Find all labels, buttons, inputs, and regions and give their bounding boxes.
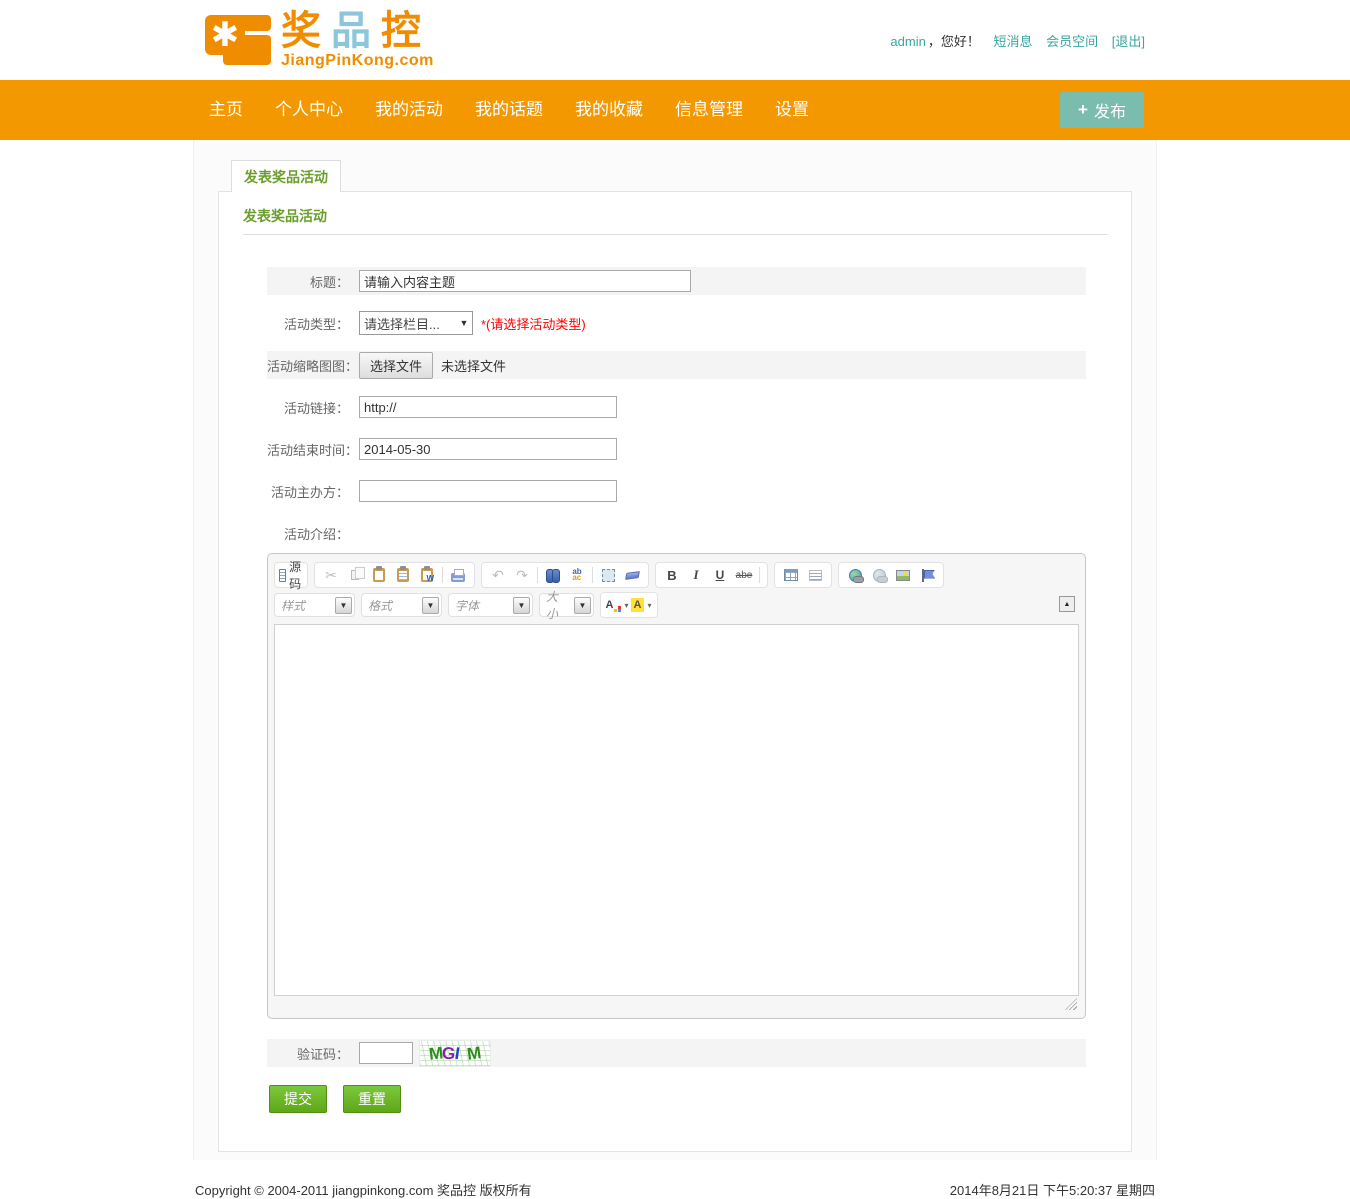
- nav-info-management[interactable]: 信息管理: [659, 80, 759, 140]
- redo-icon[interactable]: ↷: [510, 565, 534, 585]
- messages-link[interactable]: 短消息: [993, 34, 1032, 49]
- text-color-button[interactable]: A▾: [605, 595, 629, 615]
- thumbnail-row: 活动缩略图图： 选择文件 未选择文件: [267, 351, 1086, 379]
- page-title: 发表奖品活动: [243, 204, 1107, 234]
- title-row: 标题：: [267, 267, 1086, 295]
- activity-link-input[interactable]: [359, 396, 617, 418]
- chevron-down-icon: ▼: [456, 318, 472, 328]
- paste-word-icon[interactable]: W: [415, 565, 439, 585]
- greeting-text: ，您好！: [928, 34, 980, 49]
- editor-bottom-bar: [274, 996, 1079, 1012]
- editor-toolbar-row-2: 样式 ▼ 格式 ▼ 字体 ▼ 大小 ▼ A▾ A▾: [274, 590, 1079, 620]
- unlink-icon[interactable]: [867, 565, 891, 585]
- thumbnail-label: 活动缩略图图：: [267, 356, 359, 375]
- captcha-input[interactable]: [359, 1042, 413, 1064]
- form-panel: 发表奖品活动 标题： 活动类型： 请选择栏目... ▼ *(请选择活动类型) 活…: [218, 191, 1132, 1152]
- paste-icon[interactable]: [367, 565, 391, 585]
- captcha-label: 验证码：: [267, 1044, 359, 1063]
- tab-publish-activity[interactable]: 发表奖品活动: [231, 160, 341, 192]
- style-dropdown[interactable]: 样式 ▼: [274, 593, 355, 617]
- gift-box-icon: ✱: [205, 13, 271, 67]
- title-input[interactable]: [359, 270, 691, 292]
- publish-button[interactable]: + 发布: [1060, 92, 1144, 128]
- nav-my-favorites[interactable]: 我的收藏: [559, 80, 659, 140]
- nav-my-topics[interactable]: 我的话题: [459, 80, 559, 140]
- organizer-label: 活动主办方：: [267, 482, 359, 501]
- reset-button[interactable]: 重置: [343, 1085, 401, 1113]
- main-nav: 主页 个人中心 我的活动 我的话题 我的收藏 信息管理 设置 + 发布: [0, 80, 1350, 140]
- organizer-row: 活动主办方：: [267, 477, 1086, 505]
- italic-button[interactable]: I: [684, 565, 708, 585]
- chevron-down-icon: ▼: [422, 597, 439, 614]
- source-button[interactable]: 源码: [279, 565, 303, 585]
- underline-button[interactable]: U: [708, 565, 732, 585]
- nav-personal-center[interactable]: 个人中心: [259, 80, 359, 140]
- intro-label: 活动介绍：: [267, 524, 359, 543]
- copyright-text: Copyright © 2004-2011 jiangpinkong.com 奖…: [195, 1180, 532, 1199]
- user-links: admin，您好！ 短消息 会员空间 [退出]: [890, 31, 1157, 50]
- submit-button[interactable]: 提交: [269, 1085, 327, 1113]
- size-dropdown[interactable]: 大小 ▼: [539, 593, 594, 617]
- captcha-row: 验证码： MGIM: [267, 1039, 1086, 1067]
- paste-text-icon[interactable]: [391, 565, 415, 585]
- member-space-link[interactable]: 会员空间: [1046, 34, 1098, 49]
- select-all-icon[interactable]: [596, 565, 620, 585]
- font-dropdown[interactable]: 字体 ▼: [448, 593, 533, 617]
- chevron-down-icon: ▼: [335, 597, 352, 614]
- file-status-text: 未选择文件: [441, 356, 506, 375]
- logout-link[interactable]: [退出]: [1112, 34, 1145, 49]
- heading-divider: [243, 234, 1107, 235]
- activity-type-select[interactable]: 请选择栏目... ▼: [359, 311, 473, 335]
- plus-icon: +: [1078, 100, 1088, 120]
- horizontal-rule-icon[interactable]: [803, 565, 827, 585]
- nav-my-activities[interactable]: 我的活动: [359, 80, 459, 140]
- content-wrapper: 发表奖品活动 发表奖品活动 标题： 活动类型： 请选择栏目... ▼ *(请选择…: [193, 140, 1157, 1160]
- anchor-flag-icon[interactable]: [915, 565, 939, 585]
- source-doc-icon: [279, 569, 286, 582]
- editor-content-area[interactable]: [274, 624, 1079, 996]
- cut-icon[interactable]: ✂: [319, 565, 343, 585]
- strikethrough-button[interactable]: abe: [732, 565, 756, 585]
- resize-handle-icon[interactable]: [1065, 998, 1077, 1010]
- activity-type-row: 活动类型： 请选择栏目... ▼ *(请选择活动类型): [267, 309, 1086, 337]
- logo-title: 奖品控: [281, 11, 434, 51]
- end-time-label: 活动结束时间：: [267, 440, 359, 459]
- bold-button[interactable]: B: [660, 565, 684, 585]
- toolbar-collapse-button[interactable]: ▲: [1059, 596, 1075, 612]
- page-header: ✱ 奖品控 JiangPinKong.com admin，您好！ 短消息 会员空…: [0, 0, 1350, 80]
- organizer-input[interactable]: [359, 480, 617, 502]
- rich-text-editor: 源码 ✂ W ↶ ↷ abac: [267, 553, 1086, 1019]
- chevron-down-icon: ▼: [574, 597, 591, 614]
- link-icon[interactable]: [843, 565, 867, 585]
- intro-label-row: 活动介绍：: [267, 519, 1086, 547]
- site-logo[interactable]: ✱ 奖品控 JiangPinKong.com: [193, 11, 434, 69]
- copy-icon[interactable]: [343, 565, 367, 585]
- activity-type-label: 活动类型：: [267, 314, 359, 333]
- title-label: 标题：: [267, 272, 359, 291]
- logo-domain: JiangPinKong.com: [281, 53, 434, 69]
- end-time-input[interactable]: [359, 438, 617, 460]
- nav-home[interactable]: 主页: [193, 80, 259, 140]
- format-dropdown[interactable]: 格式 ▼: [361, 593, 442, 617]
- insert-table-icon[interactable]: [779, 565, 803, 585]
- activity-link-row: 活动链接：: [267, 393, 1086, 421]
- activity-type-hint: *(请选择活动类型): [481, 314, 586, 333]
- find-icon[interactable]: [541, 565, 565, 585]
- choose-file-button[interactable]: 选择文件: [359, 352, 433, 379]
- form-buttons: 提交 重置: [269, 1085, 1107, 1113]
- editor-toolbar-row-1: 源码 ✂ W ↶ ↷ abac: [274, 560, 1079, 590]
- remove-format-icon[interactable]: [620, 565, 644, 585]
- captcha-image[interactable]: MGIM: [419, 1040, 491, 1067]
- replace-icon[interactable]: abac: [565, 565, 589, 585]
- nav-settings[interactable]: 设置: [759, 80, 825, 140]
- end-time-row: 活动结束时间：: [267, 435, 1086, 463]
- print-icon[interactable]: [446, 565, 470, 585]
- activity-link-label: 活动链接：: [267, 398, 359, 417]
- chevron-down-icon: ▼: [513, 597, 530, 614]
- undo-icon[interactable]: ↶: [486, 565, 510, 585]
- datetime-text: 2014年8月21日 下午5:20:37 星期四: [950, 1180, 1155, 1199]
- username-link[interactable]: admin: [890, 34, 925, 49]
- background-color-button[interactable]: A▾: [629, 595, 653, 615]
- insert-image-icon[interactable]: [891, 565, 915, 585]
